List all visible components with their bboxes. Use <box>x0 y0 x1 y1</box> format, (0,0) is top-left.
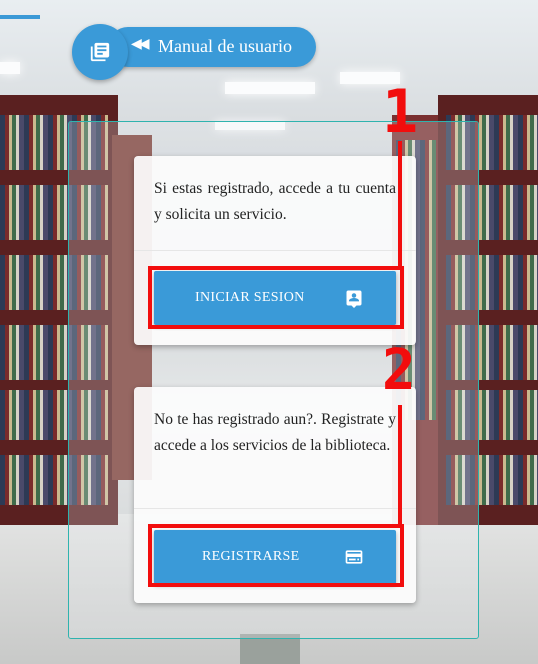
top-accent-line <box>0 15 40 19</box>
annotation-box-1 <box>148 266 404 329</box>
manual-button-icon-circle[interactable] <box>72 24 128 80</box>
annotation-marker-1: 1 <box>382 77 419 147</box>
rewind-icon: ◀◀ <box>131 36 149 52</box>
library-books-icon <box>90 42 110 62</box>
annotation-line-1 <box>398 141 402 269</box>
register-card-text: No te has registrado aun?. Registrate y … <box>154 411 396 454</box>
annotation-box-2 <box>148 524 404 587</box>
manual-button-label: Manual de usuario <box>158 36 292 56</box>
login-card-text: Si estas registrado, accede a tu cuenta … <box>154 180 396 223</box>
annotation-line-2 <box>398 405 402 527</box>
annotation-marker-2: 2 <box>382 338 416 403</box>
